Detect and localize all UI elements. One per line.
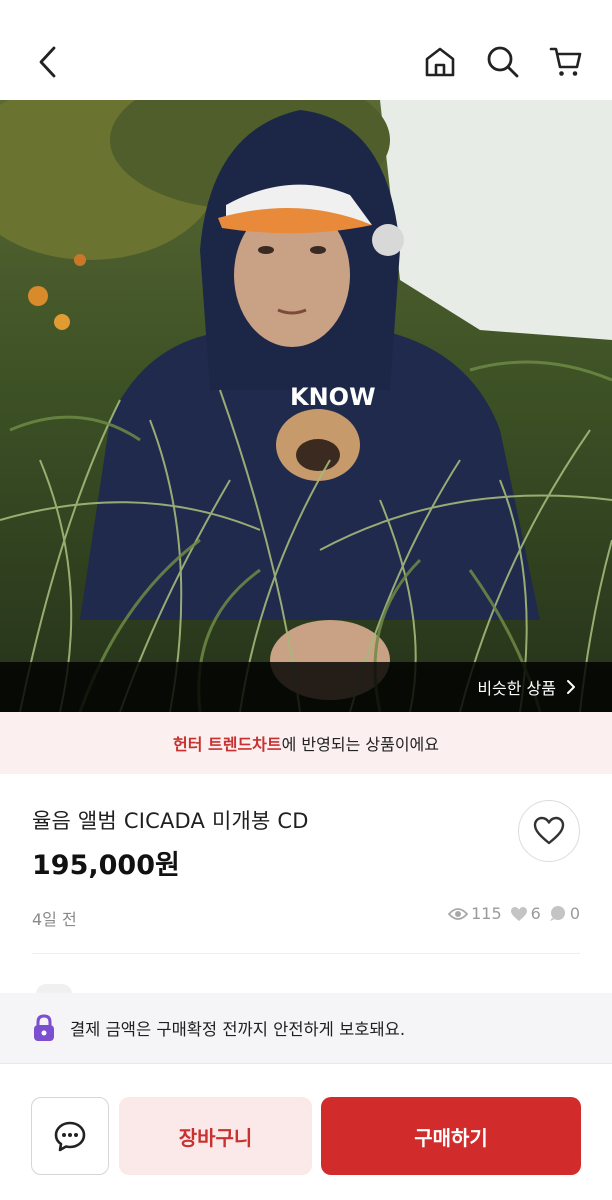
comments-count: 0 bbox=[569, 904, 580, 923]
top-navigation-bar bbox=[0, 0, 612, 100]
trend-chart-text: 에 반영되는 상품이에요 bbox=[281, 735, 439, 754]
secure-payment-banner: 결제 금액은 구매확정 전까지 안전하게 보호돼요. bbox=[0, 993, 612, 1063]
views-count: 115 bbox=[471, 904, 502, 923]
chat-button[interactable] bbox=[31, 1097, 109, 1175]
divider bbox=[32, 953, 580, 954]
product-stats: 115 6 0 bbox=[440, 904, 580, 923]
product-price: 195,000원 bbox=[32, 850, 180, 881]
buy-now-button[interactable]: 구매하기 bbox=[321, 1097, 581, 1175]
speech-bubble-icon bbox=[549, 906, 565, 921]
similar-products-label: 비슷한 상품 bbox=[477, 679, 556, 698]
bottom-action-bar: 장바구니 구매하기 bbox=[0, 1063, 612, 1200]
cart-icon bbox=[549, 47, 582, 76]
product-image[interactable]: KNOW 비슷한 상품 bbox=[0, 100, 612, 712]
like-button[interactable] bbox=[518, 800, 580, 862]
back-button[interactable] bbox=[26, 40, 70, 84]
similar-products-link[interactable]: 비슷한 상품 bbox=[477, 674, 576, 700]
product-title: 율음 앨범 CICADA 미개봉 CD bbox=[32, 809, 309, 833]
search-icon bbox=[487, 46, 519, 78]
chevron-right-icon bbox=[567, 680, 575, 694]
home-icon bbox=[425, 47, 455, 77]
cart-button[interactable] bbox=[544, 40, 588, 84]
posted-time: 4일 전 bbox=[32, 910, 77, 929]
heart-filled-icon bbox=[510, 906, 527, 921]
shirt-print-text: KNOW bbox=[290, 383, 376, 411]
search-button[interactable] bbox=[481, 40, 525, 84]
trend-chart-notice: 헌터 트렌드차트 에 반영되는 상품이에요 bbox=[0, 712, 612, 774]
views-stat: 115 bbox=[448, 904, 502, 923]
likes-count: 6 bbox=[530, 904, 541, 923]
home-button[interactable] bbox=[418, 40, 462, 84]
heart-icon bbox=[533, 816, 565, 845]
secure-payment-text: 결제 금액은 구매확정 전까지 안전하게 보호돼요. bbox=[70, 1020, 406, 1039]
product-photo: KNOW bbox=[0, 100, 612, 712]
chat-icon bbox=[54, 1121, 86, 1152]
likes-stat: 6 bbox=[510, 904, 541, 923]
eye-icon bbox=[448, 907, 469, 920]
add-to-cart-button[interactable]: 장바구니 bbox=[119, 1097, 312, 1175]
trend-chart-highlight: 헌터 트렌드차트 bbox=[173, 735, 282, 754]
lock-icon bbox=[32, 1014, 56, 1042]
comments-stat: 0 bbox=[549, 904, 580, 923]
similar-products-bar: 비슷한 상품 bbox=[0, 662, 612, 712]
chevron-left-icon bbox=[39, 46, 56, 78]
